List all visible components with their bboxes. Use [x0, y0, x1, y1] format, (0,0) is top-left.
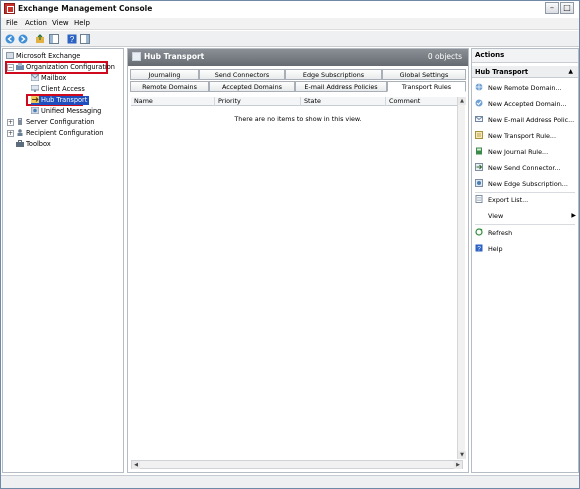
refresh-icon [475, 228, 483, 236]
action-new-send-connector[interactable]: New Send Connector... [475, 163, 577, 173]
tree-node-recipient-configuration[interactable]: Recipient Configuration [16, 129, 103, 138]
expand-server-config-toggle[interactable]: + [7, 119, 14, 126]
menu-file[interactable]: File [6, 19, 18, 27]
svg-text:?: ? [70, 35, 75, 44]
actions-separator [475, 224, 575, 225]
tree-node-client-access[interactable]: Client Access [31, 85, 85, 94]
action-new-transport-rule[interactable]: New Transport Rule... [475, 131, 577, 141]
status-bar [1, 475, 579, 488]
tab-journaling[interactable]: Journaling [130, 69, 199, 80]
vertical-scrollbar[interactable]: ▲ ▼ [457, 97, 466, 459]
action-new-accepted-domain[interactable]: New Accepted Domain... [475, 99, 577, 109]
mailbox-icon [31, 74, 39, 81]
new-journal-rule-icon [476, 147, 482, 155]
scroll-left-arrow-icon[interactable]: ◀ [132, 461, 140, 469]
menu-help[interactable]: Help [74, 19, 90, 27]
column-header-name[interactable]: Name [131, 97, 215, 106]
help-icon[interactable]: ? [67, 34, 77, 44]
scroll-right-arrow-icon[interactable]: ▶ [454, 461, 462, 469]
menu-view[interactable]: View [52, 19, 69, 27]
scroll-up-arrow-icon[interactable]: ▲ [458, 97, 466, 105]
minimize-button[interactable]: – [545, 2, 559, 14]
client-access-icon [31, 85, 39, 92]
menu-bar: File Action View Help [1, 18, 579, 30]
actions-pane-title: Actions [472, 49, 578, 63]
show-hide-actions-icon[interactable] [80, 34, 90, 44]
submenu-arrow-icon: ▶ [571, 212, 576, 219]
forward-icon[interactable] [18, 34, 28, 44]
show-hide-tree-icon[interactable] [49, 34, 59, 44]
empty-list-message: There are no items to show in this view. [234, 115, 362, 123]
tree-node-unified-messaging[interactable]: Unified Messaging [31, 107, 101, 116]
actions-separator [475, 192, 575, 193]
server-icon [18, 118, 22, 125]
application-window: Exchange Management Console – □ File Act… [0, 0, 580, 489]
export-list-icon [475, 195, 483, 203]
up-folder-icon[interactable] [35, 34, 45, 44]
action-help[interactable]: ? Help [475, 244, 577, 254]
exchange-app-icon [4, 3, 15, 14]
tab-send-connectors[interactable]: Send Connectors [199, 69, 285, 80]
action-new-journal-rule[interactable]: New Journal Rule... [475, 147, 577, 157]
navigation-tree: Microsoft Exchange − Organization Config… [2, 48, 124, 473]
tab-edge-subscriptions[interactable]: Edge Subscriptions [285, 69, 382, 80]
result-pane-title: Hub Transport [144, 52, 205, 61]
tree-node-microsoft-exchange[interactable]: Microsoft Exchange [6, 52, 80, 61]
new-send-connector-icon [475, 163, 483, 171]
new-remote-domain-icon [475, 83, 483, 91]
scroll-down-arrow-icon[interactable]: ▼ [458, 451, 466, 459]
grid-header: Name Priority State Comment [131, 97, 465, 106]
new-accepted-domain-icon [475, 99, 483, 107]
column-header-priority[interactable]: Priority [215, 97, 301, 106]
window-title: Exchange Management Console [18, 4, 153, 13]
column-header-comment[interactable]: Comment [386, 97, 457, 106]
tab-global-settings[interactable]: Global Settings [382, 69, 466, 80]
new-edge-subscription-icon [475, 179, 483, 187]
recipient-icon [17, 129, 23, 136]
unified-messaging-icon [31, 107, 39, 114]
toolbar: ? [1, 31, 579, 47]
action-export-list[interactable]: Export List... [475, 195, 577, 205]
actions-pane: Actions Hub Transport ▲ New Remote Domai… [471, 48, 579, 473]
action-new-edge-subscription[interactable]: New Edge Subscription... [475, 179, 577, 189]
hub-transport-header-icon [132, 52, 141, 61]
action-refresh[interactable]: Refresh [475, 228, 577, 238]
tab-strip: Journaling Send Connectors Edge Subscrip… [130, 69, 466, 93]
action-new-email-address-policy[interactable]: New E-mail Address Polic... [475, 115, 577, 125]
tree-node-organization-configuration[interactable]: Organization Configuration [16, 63, 115, 72]
expand-recipient-config-toggle[interactable]: + [7, 130, 14, 137]
object-count: 0 objects [427, 52, 462, 61]
tree-node-mailbox[interactable]: Mailbox [31, 74, 66, 83]
tree-node-toolbox[interactable]: Toolbox [16, 140, 51, 149]
tree-node-hub-transport[interactable]: Hub Transport [31, 96, 90, 105]
svg-text:?: ? [477, 246, 481, 253]
tab-transport-rules[interactable]: Transport Rules [387, 81, 466, 92]
result-pane: Hub Transport 0 objects Journaling Send … [127, 48, 469, 473]
organization-icon [16, 63, 24, 70]
new-transport-rule-icon [475, 131, 483, 139]
menu-action[interactable]: Action [25, 19, 47, 27]
result-pane-header: Hub Transport 0 objects [128, 49, 468, 66]
tab-accepted-domains[interactable]: Accepted Domains [209, 81, 295, 92]
horizontal-scrollbar[interactable]: ◀ ▶ [131, 460, 463, 469]
exchange-icon [6, 52, 14, 59]
actions-section-header[interactable]: Hub Transport ▲ [472, 66, 578, 78]
back-icon[interactable] [5, 34, 15, 44]
new-email-policy-icon [475, 116, 483, 122]
tree-node-server-configuration[interactable]: Server Configuration [16, 118, 94, 127]
column-header-state[interactable]: State [301, 97, 386, 106]
tab-remote-domains[interactable]: Remote Domains [130, 81, 209, 92]
restore-button[interactable]: □ [560, 2, 574, 14]
collapse-section-icon[interactable]: ▲ [568, 66, 573, 78]
tab-email-address-policies[interactable]: E-mail Address Policies [295, 81, 387, 92]
hub-transport-icon [31, 96, 39, 103]
action-new-remote-domain[interactable]: New Remote Domain... [475, 83, 577, 93]
help-icon: ? [475, 244, 483, 252]
toolbox-icon [16, 140, 24, 147]
action-view[interactable]: View ▶ [475, 211, 577, 221]
title-bar: Exchange Management Console – □ [1, 1, 579, 17]
